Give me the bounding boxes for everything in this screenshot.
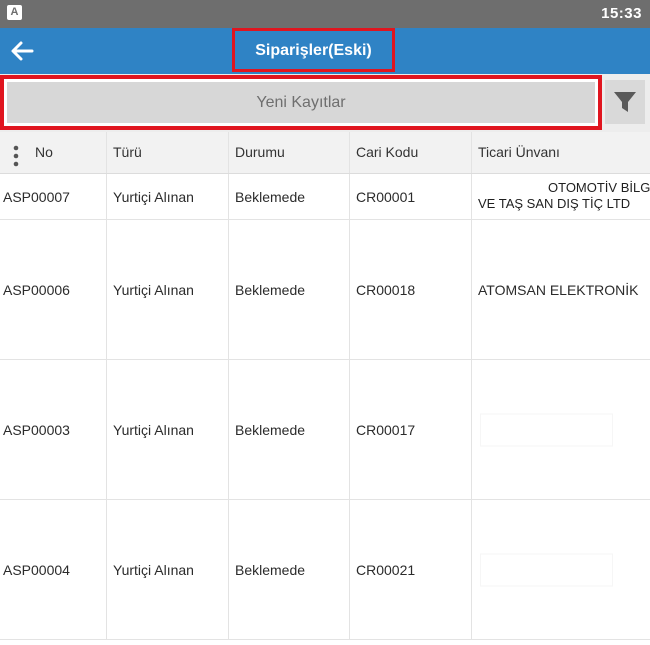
cell-type: Yurtiçi Alınan bbox=[107, 360, 229, 499]
title-line1: OTOMOTİV BİLG bbox=[548, 180, 650, 195]
new-records-highlight: Yeni Kayıtlar bbox=[0, 75, 602, 130]
filter-button[interactable] bbox=[605, 80, 645, 124]
column-label-title: Ticari Ünvanı bbox=[478, 144, 560, 160]
cell-no: ASP00007 bbox=[0, 174, 107, 219]
cell-no: ASP00004 bbox=[0, 500, 107, 639]
app-notification-icon: A bbox=[7, 5, 22, 20]
column-header-no[interactable]: No bbox=[0, 132, 107, 173]
cell-code: CR00017 bbox=[350, 360, 472, 499]
new-records-button[interactable]: Yeni Kayıtlar bbox=[7, 82, 595, 123]
cell-no: ASP00003 bbox=[0, 360, 107, 499]
cell-title bbox=[472, 500, 650, 639]
column-label-code: Cari Kodu bbox=[356, 144, 419, 160]
column-header-status[interactable]: Durumu bbox=[229, 132, 350, 173]
column-label-status: Durumu bbox=[235, 144, 285, 160]
cell-code: CR00001 bbox=[350, 174, 472, 219]
cell-type: Yurtiçi Alınan bbox=[107, 220, 229, 359]
filter-row: Yeni Kayıtlar bbox=[0, 74, 650, 132]
redacted-title bbox=[480, 413, 613, 446]
cell-status: Beklemede bbox=[229, 360, 350, 499]
cell-title: ATOMSAN ELEKTRONİK bbox=[478, 281, 639, 298]
table-row[interactable]: ASP00003 Yurtiçi Alınan Beklemede CR0001… bbox=[0, 360, 650, 500]
cell-status: Beklemede bbox=[229, 174, 350, 219]
column-header-code[interactable]: Cari Kodu bbox=[350, 132, 472, 173]
status-time: 15:33 bbox=[601, 5, 642, 22]
table-row[interactable]: ASP00007 Yurtiçi Alınan Beklemede CR0000… bbox=[0, 174, 650, 220]
page-title-highlight: Siparişler(Eski) bbox=[232, 28, 395, 72]
cell-title: OTOMOTİV BİLG VE TAŞ SAN DIŞ TİÇ LTD bbox=[472, 174, 650, 219]
app-notification-letter: A bbox=[10, 6, 19, 18]
cell-code: CR00021 bbox=[350, 500, 472, 639]
column-label-type: Türü bbox=[113, 144, 142, 160]
cell-type: Yurtiçi Alınan bbox=[107, 500, 229, 639]
column-header-title[interactable]: Ticari Ünvanı bbox=[472, 132, 650, 173]
column-header-type[interactable]: Türü bbox=[107, 132, 229, 173]
more-vert-icon[interactable] bbox=[10, 144, 22, 168]
back-button[interactable] bbox=[6, 35, 38, 67]
table-row[interactable]: ASP00004 Yurtiçi Alınan Beklemede CR0002… bbox=[0, 500, 650, 640]
cell-status: Beklemede bbox=[229, 500, 350, 639]
cell-status: Beklemede bbox=[229, 220, 350, 359]
table-row[interactable]: ASP00006 Yurtiçi Alınan Beklemede CR0001… bbox=[0, 220, 650, 360]
cell-type: Yurtiçi Alınan bbox=[107, 174, 229, 219]
cell-no: ASP00006 bbox=[0, 220, 107, 359]
title-line2: VE TAŞ SAN DIŞ TİÇ LTD bbox=[478, 196, 631, 211]
status-bar: A 15:33 bbox=[0, 0, 650, 28]
page-title: Siparişler(Eski) bbox=[255, 42, 372, 59]
cell-code: CR00018 bbox=[350, 220, 472, 359]
table-header: No Türü Durumu Cari Kodu Ticari Ünvanı bbox=[0, 132, 650, 174]
cell-title bbox=[472, 360, 650, 499]
arrow-left-icon bbox=[11, 41, 34, 61]
column-label-no: No bbox=[35, 144, 53, 160]
funnel-icon bbox=[614, 92, 636, 112]
app-bar: Siparişler(Eski) bbox=[0, 28, 650, 74]
redacted-title bbox=[480, 553, 613, 586]
